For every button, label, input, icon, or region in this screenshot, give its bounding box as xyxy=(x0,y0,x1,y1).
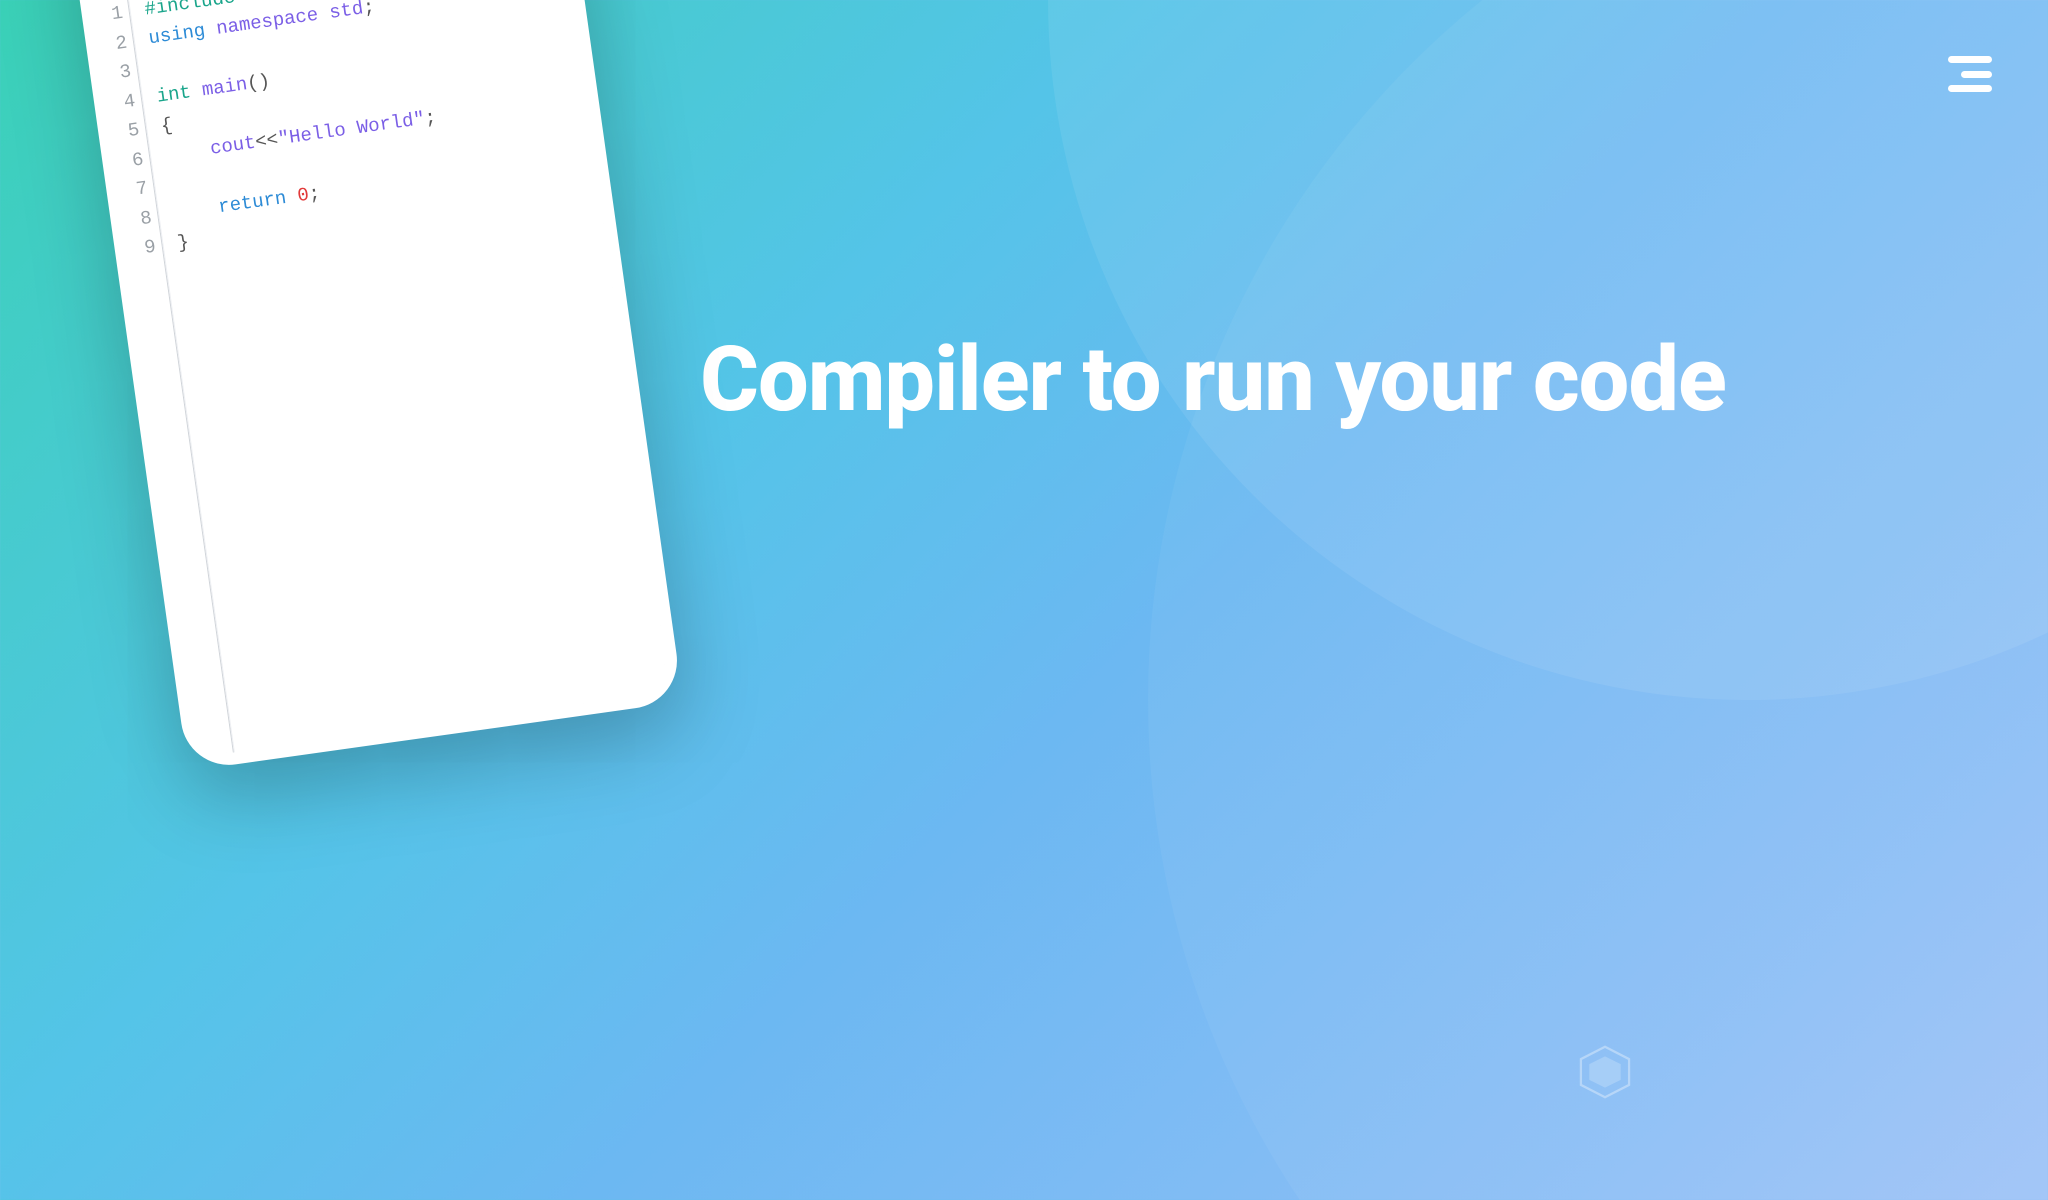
line-number: 6 xyxy=(113,145,146,178)
hexagon-icon xyxy=(1577,1044,1633,1100)
line-number: 2 xyxy=(96,28,129,61)
line-number: 5 xyxy=(109,116,142,149)
phone-mockup: Compiler Programs Check Code Output 1234… xyxy=(60,0,683,771)
page-headline: Compiler to run your code xyxy=(700,330,1988,429)
line-number: 1 xyxy=(92,0,125,32)
line-number: 3 xyxy=(100,57,133,90)
line-number: 8 xyxy=(121,203,154,236)
menu-icon[interactable] xyxy=(1948,56,1992,92)
code-editor[interactable]: 123456789 #include <iostream>using names… xyxy=(91,0,670,757)
line-number: 7 xyxy=(117,174,150,207)
line-number: 4 xyxy=(105,87,138,120)
line-number: 9 xyxy=(125,233,158,266)
